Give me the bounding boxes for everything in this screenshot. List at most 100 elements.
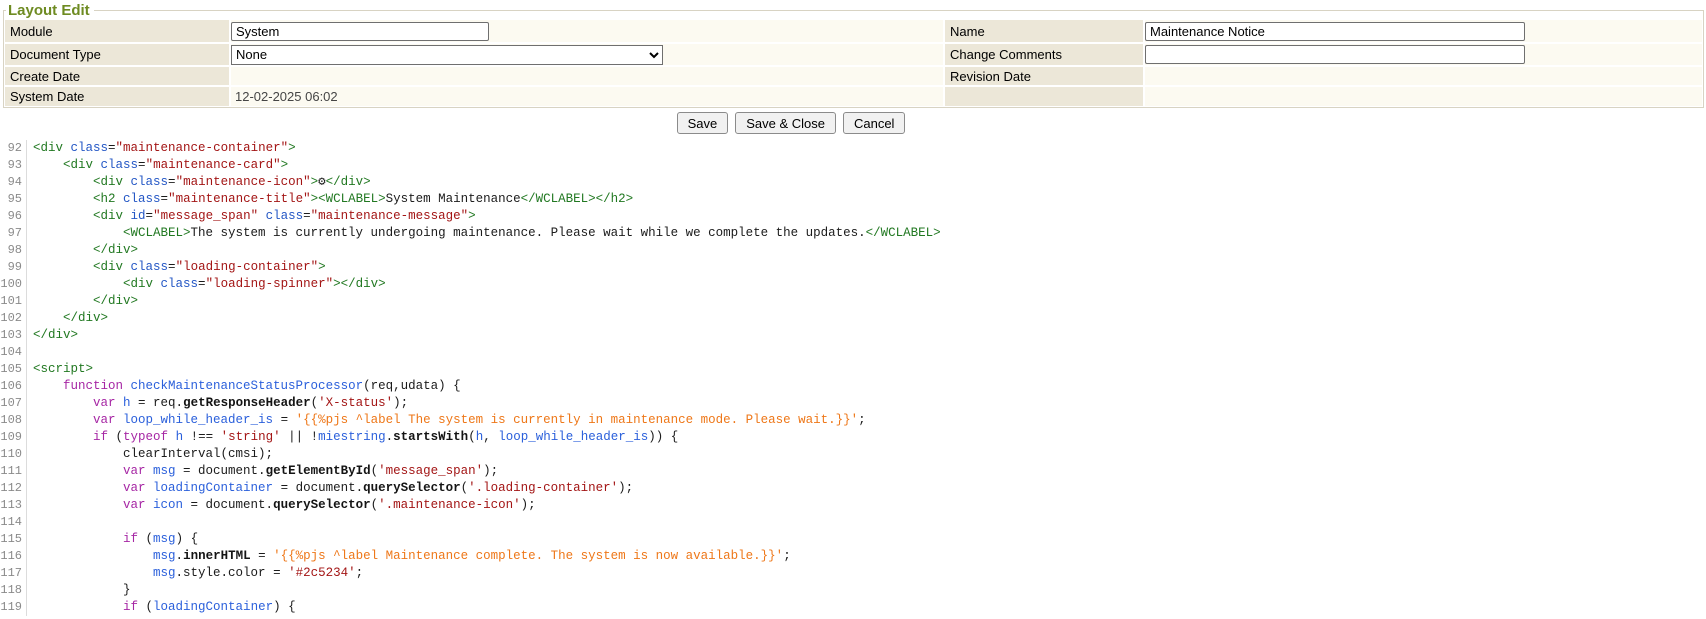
code-token: class: [131, 175, 169, 189]
name-cell: [1145, 20, 1702, 42]
code-token: "maintenance-icon": [176, 175, 311, 189]
code-token: </div>: [63, 311, 108, 325]
code-token: function: [63, 379, 131, 393]
code-line[interactable]: 94 <div class="maintenance-icon">⚙</div>: [0, 174, 1706, 191]
code-token: =: [168, 260, 176, 274]
create-date-value: [231, 67, 943, 85]
line-number: 102: [0, 310, 27, 327]
code-line[interactable]: 100 <div class="loading-spinner"></div>: [0, 276, 1706, 293]
code-token: "message_span": [153, 209, 258, 223]
document-type-select[interactable]: None: [231, 45, 663, 65]
code-line[interactable]: 98 </div>: [0, 242, 1706, 259]
code-token: [33, 243, 93, 257]
code-token: [33, 566, 153, 580]
code-line[interactable]: 109 if (typeof h !== 'string' || !miestr…: [0, 429, 1706, 446]
code-token: );: [618, 481, 633, 495]
code-line[interactable]: 105<script>: [0, 361, 1706, 378]
code-token: loop_while_header_is: [498, 430, 648, 444]
code-line[interactable]: 118 }: [0, 582, 1706, 599]
code-token: <div: [93, 260, 131, 274]
code-line[interactable]: 96 <div id="message_span" class="mainten…: [0, 208, 1706, 225]
code-token: ) {: [176, 532, 199, 546]
document-type-cell: None: [231, 44, 943, 65]
layout-edit-form: Module Name Document Type None Change Co…: [5, 20, 1702, 106]
empty-value-cell: [1145, 87, 1702, 106]
code-token: 'X-status': [318, 396, 393, 410]
code-token: "maintenance-container": [116, 141, 289, 155]
code-token: (req,udata) {: [363, 379, 461, 393]
code-token: [33, 498, 123, 512]
code-token: </WCLABEL></h2>: [521, 192, 634, 206]
code-token: [33, 226, 123, 240]
code-token: ⚙: [318, 175, 326, 189]
save-button[interactable]: Save: [677, 112, 729, 134]
code-token: msg: [153, 566, 176, 580]
code-line[interactable]: 113 var icon = document.querySelector('.…: [0, 497, 1706, 514]
line-number: 105: [0, 361, 27, 378]
code-line[interactable]: 116 msg.innerHTML = '{{%pjs ^label Maint…: [0, 548, 1706, 565]
code-token: class: [71, 141, 109, 155]
code-token: [33, 481, 123, 495]
code-token: >: [318, 260, 326, 274]
code-token: || !: [281, 430, 319, 444]
code-token: =: [161, 192, 169, 206]
code-line[interactable]: 95 <h2 class="maintenance-title"><WCLABE…: [0, 191, 1706, 208]
line-number: 96: [0, 208, 27, 225]
code-token: [168, 430, 176, 444]
code-token: <WCLABEL>: [123, 226, 191, 240]
create-date-label: Create Date: [5, 67, 229, 85]
document-type-label: Document Type: [5, 44, 229, 65]
code-token: "maintenance-card": [146, 158, 281, 172]
code-line[interactable]: 108 var loop_while_header_is = '{{%pjs ^…: [0, 412, 1706, 429]
code-line[interactable]: 107 var h = req.getResponseHeader('X-sta…: [0, 395, 1706, 412]
code-line[interactable]: 115 if (msg) {: [0, 531, 1706, 548]
code-line[interactable]: 97 <WCLABEL>The system is currently unde…: [0, 225, 1706, 242]
code-token: [33, 294, 93, 308]
code-line[interactable]: 114: [0, 514, 1706, 531]
code-line[interactable]: 102 </div>: [0, 310, 1706, 327]
code-line[interactable]: 101 </div>: [0, 293, 1706, 310]
code-line[interactable]: 112 var loadingContainer = document.quer…: [0, 480, 1706, 497]
code-token: <div: [33, 141, 71, 155]
code-token: </WCLABEL>: [866, 226, 941, 240]
code-token: innerHTML: [183, 549, 251, 563]
system-date-text: 12-02-2025 06:02: [231, 89, 338, 104]
code-line[interactable]: 117 msg.style.color = '#2c5234';: [0, 565, 1706, 582]
code-token: </div>: [33, 328, 78, 342]
code-token: if: [123, 600, 138, 614]
name-input[interactable]: [1145, 22, 1525, 41]
code-token: var: [93, 413, 123, 427]
code-line[interactable]: 103</div>: [0, 327, 1706, 344]
code-token: clearInterval(cmsi);: [33, 447, 273, 461]
code-token: querySelector: [273, 498, 371, 512]
code-line[interactable]: 119 if (loadingContainer) {: [0, 599, 1706, 616]
line-number: 111: [0, 463, 27, 480]
code-token: [33, 430, 93, 444]
code-token: loop_while_header_is: [123, 413, 273, 427]
code-line[interactable]: 104: [0, 344, 1706, 361]
code-token: '{{%pjs ^label The system is currently i…: [296, 413, 859, 427]
change-comments-input[interactable]: [1145, 45, 1525, 64]
line-number: 98: [0, 242, 27, 259]
cancel-button[interactable]: Cancel: [843, 112, 905, 134]
module-input[interactable]: [231, 22, 489, 41]
save-and-close-button[interactable]: Save & Close: [735, 112, 836, 134]
code-line[interactable]: 110 clearInterval(cmsi);: [0, 446, 1706, 463]
line-number: 109: [0, 429, 27, 446]
code-token: =: [251, 549, 274, 563]
code-line[interactable]: 106 function checkMaintenanceStatusProce…: [0, 378, 1706, 395]
code-token: );: [393, 396, 408, 410]
code-token: msg: [153, 549, 176, 563]
code-token: >: [311, 175, 319, 189]
empty-label-cell: [945, 87, 1143, 106]
code-line[interactable]: 93 <div class="maintenance-card">: [0, 157, 1706, 174]
code-line[interactable]: 92<div class="maintenance-container">: [0, 140, 1706, 157]
code-token: msg: [153, 532, 176, 546]
code-editor[interactable]: 92<div class="maintenance-container">93 …: [0, 140, 1706, 616]
code-line[interactable]: 99 <div class="loading-container">: [0, 259, 1706, 276]
system-date-label: System Date: [5, 87, 229, 106]
code-line[interactable]: 111 var msg = document.getElementById('m…: [0, 463, 1706, 480]
code-token: =: [108, 141, 116, 155]
code-token: 'message_span': [378, 464, 483, 478]
code-token: <h2: [93, 192, 123, 206]
